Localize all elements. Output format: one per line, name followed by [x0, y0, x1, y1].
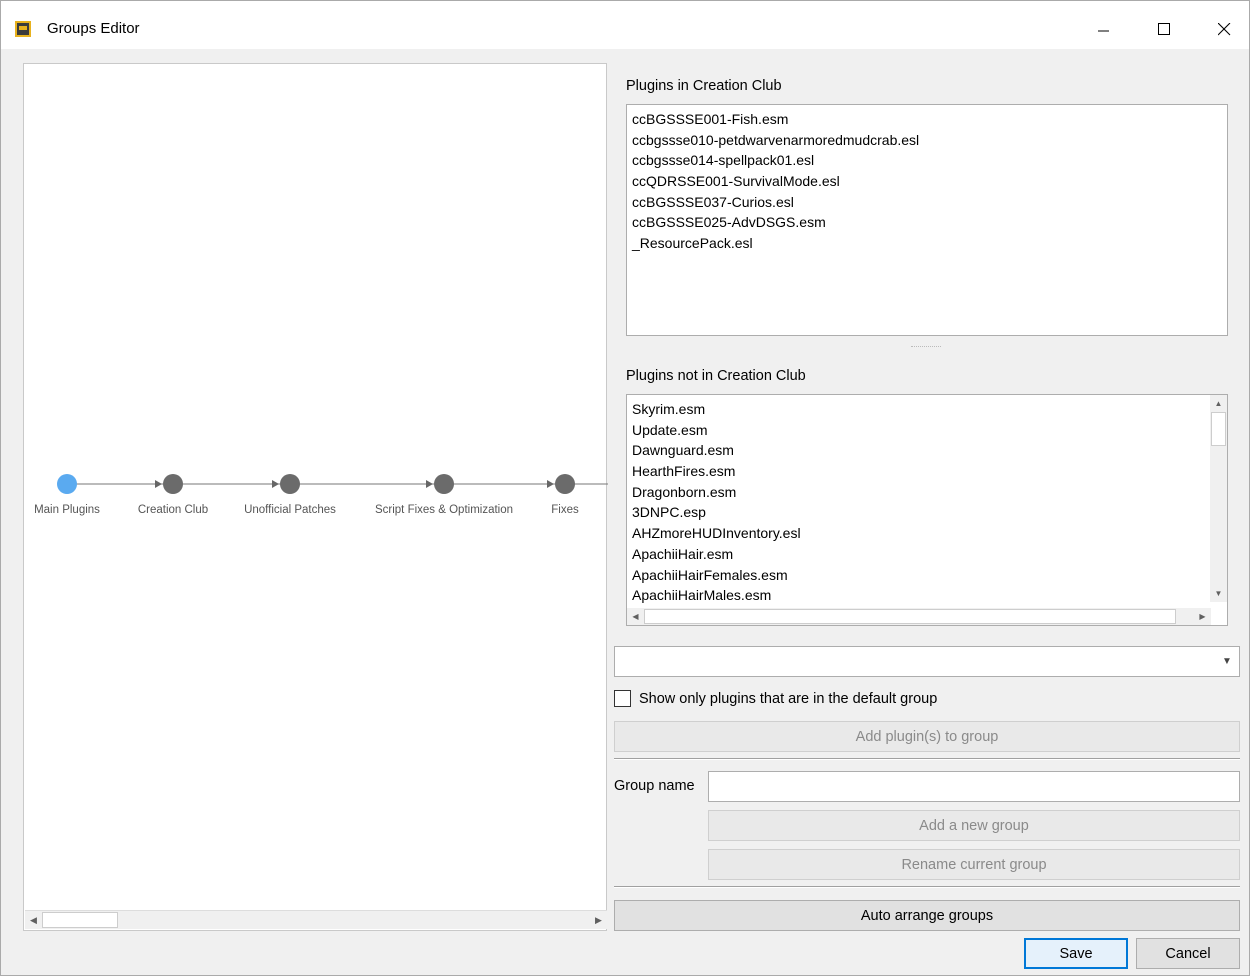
group-graph-view[interactable]: Main Plugins Creation Club Unofficial Patc…	[23, 63, 608, 931]
add-plugins-to-group-button[interactable]: Add plugin(s) to group	[614, 721, 1240, 752]
graph-node-label: Fixes	[551, 504, 579, 516]
show-default-only-row[interactable]: Show only plugins that are in the defaul…	[614, 690, 937, 707]
graph-horizontal-scrollbar[interactable]: ◀ ▶	[25, 910, 607, 929]
graph-edge-arrow	[272, 480, 279, 488]
scroll-right-icon[interactable]: ▶	[1194, 608, 1211, 625]
list-vertical-scrollbar[interactable]: ▲ ▼	[1210, 395, 1227, 602]
plugins-in-group-label: Plugins in Creation Club	[626, 78, 782, 94]
plugins-not-in-group-list[interactable]: Skyrim.esm Update.esm Dawnguard.esm HearthF…	[626, 394, 1228, 626]
show-default-only-label: Show only plugins that are in the defaul…	[639, 690, 938, 707]
scroll-down-icon[interactable]: ▼	[1210, 585, 1227, 602]
graph-node-label: Creation Club	[137, 504, 209, 516]
auto-arrange-groups-button[interactable]: Auto arrange groups	[614, 900, 1240, 931]
group-name-input[interactable]	[708, 771, 1240, 802]
plugin-list-item[interactable]: ApachiiHairMales.esm	[632, 585, 1227, 606]
graph-node[interactable]	[555, 474, 575, 494]
splitter-handle[interactable]	[911, 346, 941, 348]
graph-node-label: Script Fixes & Optimization	[374, 504, 514, 516]
plugin-list-item[interactable]: HearthFires.esm	[632, 461, 1227, 482]
plugin-list-item[interactable]: 3DNPC.esp	[632, 502, 1227, 523]
scroll-left-icon[interactable]: ◀	[627, 608, 644, 625]
graph-node-label: Unofficial Patches	[244, 504, 336, 516]
scroll-right-icon[interactable]: ▶	[590, 911, 607, 929]
plugin-list-item[interactable]: Dragonborn.esm	[632, 482, 1227, 503]
title-bar: Groups Editor	[1, 1, 1249, 49]
save-button[interactable]: Save	[1024, 938, 1128, 969]
group-name-label: Group name	[614, 778, 695, 794]
graph-node[interactable]	[434, 474, 454, 494]
plugin-list-item[interactable]: ccBGSSSE025-AdvDSGS.esm	[632, 212, 1227, 233]
groups-editor-window: Groups Editor Main Plugins Creation Club U…	[0, 0, 1250, 976]
plugin-list-item[interactable]: ccQDRSSE001-SurvivalMode.esl	[632, 171, 1227, 192]
graph-edge-arrow	[547, 480, 554, 488]
app-icon	[15, 21, 31, 37]
chevron-down-icon[interactable]: ▼	[1215, 647, 1239, 676]
group-graph-canvas[interactable]	[24, 64, 608, 912]
plugin-list-item[interactable]: ccBGSSSE001-Fish.esm	[632, 109, 1227, 130]
plugin-list-item[interactable]: ccbgssse010-petdwarvenarmoredmudcrab.esl	[632, 130, 1227, 151]
divider	[614, 886, 1240, 888]
maximize-button[interactable]	[1141, 11, 1187, 47]
show-default-only-checkbox[interactable]	[614, 690, 631, 707]
divider	[614, 758, 1240, 760]
plugin-list-item[interactable]: _ResourcePack.esl	[632, 233, 1227, 254]
graph-node[interactable]	[280, 474, 300, 494]
scroll-thumb[interactable]	[42, 912, 118, 928]
plugins-in-group-list[interactable]: ccBGSSSE001-Fish.esm ccbgssse010-petdwarv…	[626, 104, 1228, 336]
scroll-left-icon[interactable]: ◀	[25, 911, 42, 929]
graph-node-label: Main Plugins	[34, 504, 100, 516]
rename-group-button[interactable]: Rename current group	[708, 849, 1240, 880]
list-horizontal-scrollbar[interactable]: ◀ ▶	[627, 608, 1211, 625]
plugin-list-item[interactable]: ccbgssse014-spellpack01.esl	[632, 150, 1227, 171]
plugin-list-item[interactable]: AHZmoreHUDInventory.esl	[632, 523, 1227, 544]
plugin-select[interactable]: ▼	[614, 646, 1240, 677]
plugin-list-item[interactable]: ccBGSSSE037-Curios.esl	[632, 192, 1227, 213]
scroll-up-icon[interactable]: ▲	[1210, 395, 1227, 412]
graph-edge-arrow	[426, 480, 433, 488]
graph-node[interactable]	[163, 474, 183, 494]
plugin-list-item[interactable]: Update.esm	[632, 420, 1227, 441]
minimize-icon	[1098, 30, 1109, 32]
cancel-button[interactable]: Cancel	[1136, 938, 1240, 969]
maximize-icon	[1157, 22, 1170, 35]
scroll-thumb[interactable]	[644, 609, 1176, 624]
plugins-not-in-group-label: Plugins not in Creation Club	[626, 368, 806, 384]
close-button[interactable]	[1201, 11, 1247, 47]
graph-edge-arrow	[155, 480, 162, 488]
close-icon	[1217, 22, 1230, 35]
plugin-list-item[interactable]: Skyrim.esm	[632, 399, 1227, 420]
graph-node[interactable]	[57, 474, 77, 494]
minimize-button[interactable]	[1081, 11, 1127, 47]
scroll-thumb[interactable]	[1211, 412, 1226, 446]
plugin-list-item[interactable]: Dawnguard.esm	[632, 440, 1227, 461]
plugin-list-item[interactable]: ApachiiHair.esm	[632, 544, 1227, 565]
window-title: Groups Editor	[47, 20, 140, 37]
add-new-group-button[interactable]: Add a new group	[708, 810, 1240, 841]
plugin-list-item[interactable]: ApachiiHairFemales.esm	[632, 565, 1227, 586]
